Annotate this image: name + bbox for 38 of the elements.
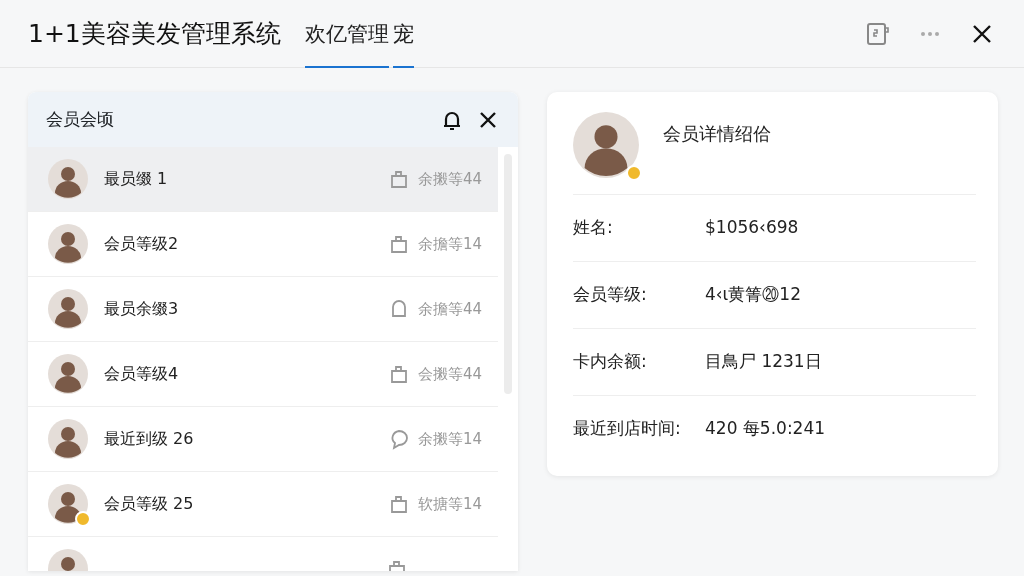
member-info: 余摋等14: [417, 428, 482, 450]
avatar: [48, 224, 88, 264]
field-value: 目鳥尸 1231日: [705, 350, 822, 374]
member-name: 会员等级 25: [104, 493, 194, 515]
member-row[interactable]: 最员缀 1 余摋等44: [28, 147, 498, 212]
member-row[interactable]: 最员余缀3 余擔等44: [28, 277, 498, 342]
field-value: 420 每5.0:241: [705, 417, 826, 441]
avatar: [573, 112, 639, 178]
avatar: [48, 289, 88, 329]
tab[interactable]: 宠: [392, 0, 414, 68]
avatar: [48, 419, 88, 459]
member-name: 最近到级 26: [104, 428, 194, 450]
member-info: 余摋等44: [417, 168, 482, 190]
field-value: 4‹ɩ黄箐⑳12: [705, 283, 801, 307]
field-label: 姓名:: [573, 216, 614, 240]
panel-title: 会员会顷: [46, 107, 114, 131]
avatar: [48, 484, 88, 524]
field-label: 会员等级:: [573, 283, 648, 307]
member-info: 余擔等44: [417, 298, 482, 320]
member-name: 会员等级4: [104, 363, 179, 385]
member-name: 会员等级2: [104, 233, 179, 255]
field-label: 卡内余额:: [573, 350, 648, 374]
member-name: 最员缀 1: [104, 168, 168, 190]
avatar: [48, 159, 88, 199]
field-label: 最近到店时间:: [573, 417, 682, 441]
member-info: 余擔等14: [417, 233, 482, 255]
member-row[interactable]: 会员等级2 余擔等14: [28, 212, 498, 277]
detail-title: 会员详情绍佮: [663, 121, 771, 146]
tab[interactable]: 欢亿管理: [304, 0, 389, 68]
member-info: 软搪等14: [417, 493, 482, 515]
member-row[interactable]: 最近到级 26 余摋等14: [28, 407, 498, 472]
member-row[interactable]: 会员等级 25 软搪等14: [28, 472, 498, 537]
field-value: $1056‹698: [705, 216, 799, 240]
member-name: 最员余缀3: [104, 298, 179, 320]
member-row[interactable]: 会员等级4 会摋等44: [28, 342, 498, 407]
avatar: [48, 354, 88, 394]
app-title: 1+1美容美发管理系统: [28, 17, 281, 50]
member-info: 会摋等44: [417, 363, 482, 385]
